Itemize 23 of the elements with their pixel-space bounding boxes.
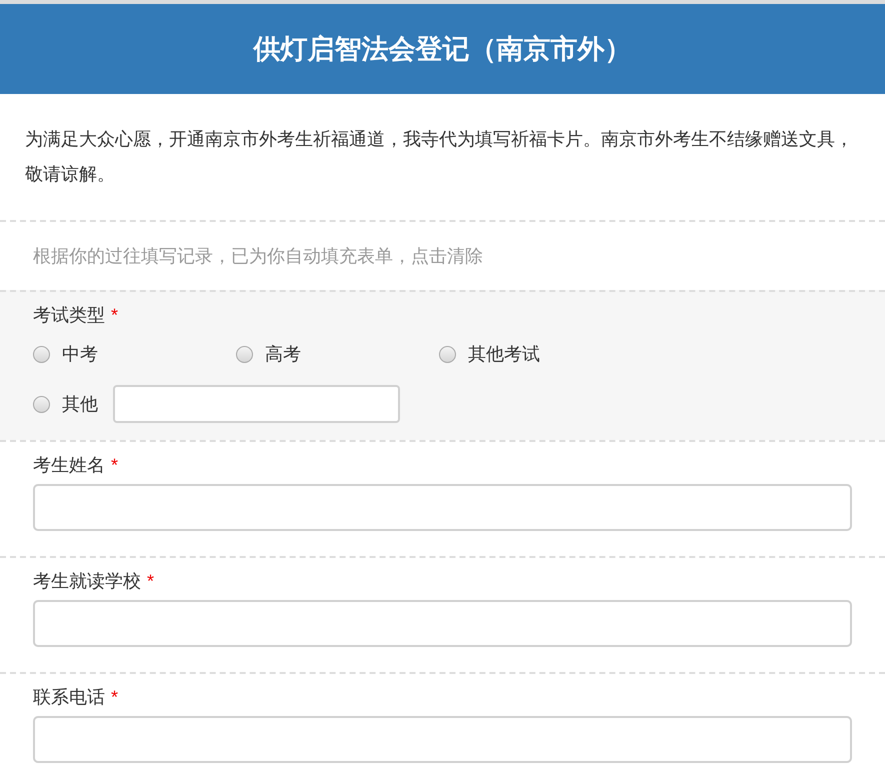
radio-button[interactable] — [439, 346, 456, 362]
input-field[interactable] — [33, 484, 852, 531]
option-label[interactable]: 中考 — [62, 340, 98, 368]
field-label: 考生姓名 — [33, 454, 105, 477]
option-label[interactable]: 其他 — [62, 390, 98, 418]
page-title: 供灯启智法会登记（南京市外） — [254, 32, 632, 66]
radio-button[interactable] — [33, 396, 50, 412]
option-label[interactable]: 高考 — [265, 340, 301, 368]
autofill-notice: 根据你的过往填写记录，已为你自动填充表单， — [33, 244, 411, 268]
required-mark: * — [111, 304, 118, 327]
radio-button[interactable] — [236, 346, 253, 362]
required-mark: * — [111, 454, 118, 477]
radio-button[interactable] — [33, 346, 50, 362]
input-field[interactable] — [33, 716, 852, 763]
field-label: 联系电话 — [33, 686, 105, 709]
input-field[interactable] — [113, 385, 400, 423]
required-mark: * — [147, 570, 154, 593]
field-label: 考试类型 — [33, 304, 105, 327]
input-field[interactable] — [33, 600, 852, 647]
required-mark: * — [111, 686, 118, 709]
intro-text: 为满足大众心愿，开通南京市外考生祈福通道，我寺代为填写祈福卡片。南京市外考生不结缘赠送文具，敬请谅解。 — [25, 128, 854, 186]
field-label: 考生就读学校 — [33, 570, 141, 593]
option-label[interactable]: 其他考试 — [468, 340, 540, 368]
